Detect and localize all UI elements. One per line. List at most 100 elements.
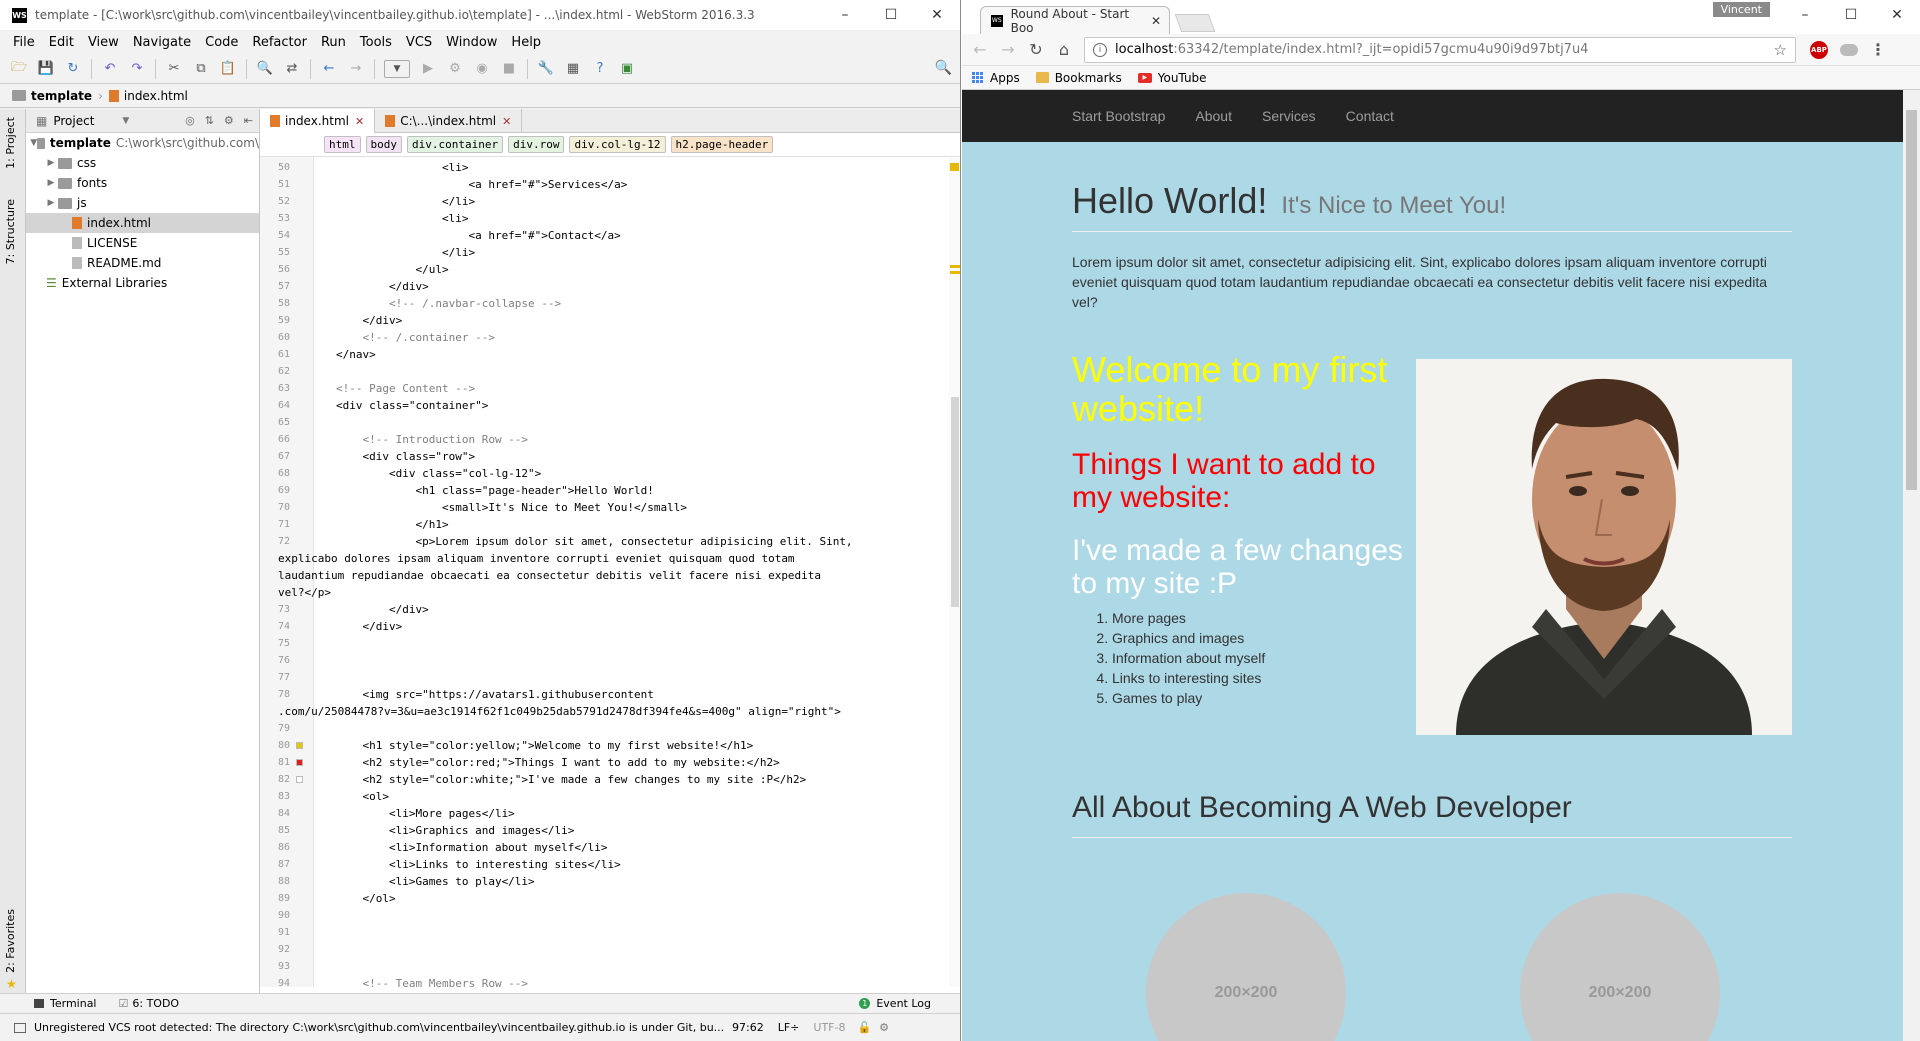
- code-line[interactable]: 84 <li>More pages</li>: [260, 805, 960, 822]
- code-line[interactable]: 73 </div>: [260, 601, 960, 618]
- editor-tab-index-html[interactable]: index.html ✕: [260, 109, 376, 133]
- bookmark-folder[interactable]: Bookmarks: [1035, 71, 1122, 85]
- address-bar[interactable]: i localhost:63342/template/index.html?_i…: [1084, 36, 1796, 63]
- scroll-thumb[interactable]: [1906, 110, 1917, 490]
- new-tab-button[interactable]: [1174, 14, 1216, 32]
- nav-link-contact[interactable]: Contact: [1346, 108, 1394, 124]
- breadcrumb-index-html[interactable]: index.html: [108, 89, 188, 103]
- lock-icon[interactable]: 🔓: [857, 1021, 871, 1034]
- bookmark-apps[interactable]: Apps: [972, 71, 1020, 85]
- code-line[interactable]: 63 <!-- Page Content -->: [260, 380, 960, 397]
- code-line[interactable]: 66 <!-- Introduction Row -->: [260, 431, 960, 448]
- structure-icon[interactable]: ▦: [564, 60, 582, 78]
- code-line[interactable]: 52 </li>: [260, 193, 960, 210]
- menu-run[interactable]: Run: [314, 35, 353, 50]
- code-line[interactable]: .com/u/25084478?v=3&u=ae3c1914f62f1c049b…: [260, 703, 960, 720]
- cloud-extension-icon[interactable]: [1840, 43, 1858, 56]
- maximize-icon[interactable]: ☐: [868, 0, 914, 30]
- cut-icon[interactable]: ✂: [165, 60, 183, 78]
- code-line[interactable]: 60 <!-- /.container -->: [260, 329, 960, 346]
- code-line[interactable]: 55 </li>: [260, 244, 960, 261]
- tree-item-css[interactable]: ▶ css: [26, 153, 259, 173]
- open-folder-icon[interactable]: 🗁: [10, 60, 28, 78]
- code-line[interactable]: 92: [260, 941, 960, 958]
- sync-icon[interactable]: ↻: [64, 60, 82, 78]
- code-line[interactable]: 81 <h2 style="color:red;">Things I want …: [260, 754, 960, 771]
- home-icon[interactable]: ⌂: [1052, 38, 1076, 62]
- tag-crumb-html[interactable]: html: [324, 136, 361, 153]
- code-line[interactable]: 75: [260, 635, 960, 652]
- menu-code[interactable]: Code: [198, 35, 245, 50]
- code-line[interactable]: 78 <img src="https://avatars1.githubuser…: [260, 686, 960, 703]
- tag-crumb-container[interactable]: div.container: [407, 136, 504, 153]
- replace-icon[interactable]: ⇄: [283, 60, 301, 78]
- code-line[interactable]: 71 </h1>: [260, 516, 960, 533]
- redo-icon[interactable]: ↷: [128, 60, 146, 78]
- code-line[interactable]: laudantium repudiandae obcaecati ea cons…: [260, 567, 960, 584]
- code-line[interactable]: 59 </div>: [260, 312, 960, 329]
- editor-tab-other-index[interactable]: C:\...\index.html ✕: [375, 109, 523, 133]
- debug-icon[interactable]: ⚙: [446, 60, 464, 78]
- line-separator[interactable]: LF÷: [778, 1021, 800, 1034]
- chevron-right-icon[interactable]: ▶: [44, 158, 58, 168]
- inspector-icon[interactable]: ⚙: [879, 1021, 889, 1034]
- code-line[interactable]: 83 <ol>: [260, 788, 960, 805]
- forward-icon[interactable]: →: [347, 60, 365, 78]
- nav-link-services[interactable]: Services: [1262, 108, 1316, 124]
- code-line[interactable]: 79: [260, 720, 960, 737]
- code-line[interactable]: 91: [260, 924, 960, 941]
- menu-window[interactable]: Window: [439, 35, 504, 50]
- coverage-icon[interactable]: ◉: [473, 60, 491, 78]
- code-line[interactable]: 88 <li>Games to play</li>: [260, 873, 960, 890]
- minimize-icon[interactable]: –: [822, 0, 868, 30]
- code-area[interactable]: 50 <li> 51 <a href="#">Services</a> 52 </l…: [260, 157, 960, 987]
- nav-link-about[interactable]: About: [1195, 108, 1232, 124]
- minimize-icon[interactable]: –: [1782, 0, 1828, 30]
- code-line[interactable]: 56 </ul>: [260, 261, 960, 278]
- chevron-right-icon[interactable]: ▶: [44, 198, 58, 208]
- close-tab-icon[interactable]: ✕: [355, 115, 364, 128]
- tag-crumb-col[interactable]: div.col-lg-12: [569, 136, 666, 153]
- bookmark-youtube[interactable]: ▶ YouTube: [1137, 71, 1207, 85]
- run-icon[interactable]: ▶: [419, 60, 437, 78]
- code-line[interactable]: 76: [260, 652, 960, 669]
- code-line[interactable]: 51 <a href="#">Services</a>: [260, 176, 960, 193]
- site-brand-link[interactable]: Start Bootstrap: [1072, 108, 1165, 124]
- terminal-tab[interactable]: Terminal: [34, 997, 97, 1010]
- menu-help[interactable]: Help: [504, 35, 548, 50]
- forward-icon[interactable]: →: [996, 38, 1020, 62]
- menu-edit[interactable]: Edit: [42, 35, 81, 50]
- tool-tab-favorites[interactable]: 2: Favorites: [4, 909, 17, 973]
- breadcrumb-template[interactable]: template: [12, 89, 92, 103]
- code-line[interactable]: 85 <li>Graphics and images</li>: [260, 822, 960, 839]
- target-icon[interactable]: ◎: [185, 114, 195, 127]
- tree-root[interactable]: ▼ template C:\work\src\github.com\: [26, 133, 259, 153]
- tree-item-readme[interactable]: README.md: [26, 253, 259, 273]
- code-line[interactable]: 65: [260, 414, 960, 431]
- chevron-down-icon[interactable]: ▼: [122, 116, 129, 126]
- code-line[interactable]: 77: [260, 669, 960, 686]
- tag-crumb-row[interactable]: div.row: [508, 136, 565, 153]
- hide-icon[interactable]: ⇤: [244, 114, 253, 127]
- tool-tab-structure[interactable]: 7: Structure: [4, 199, 17, 264]
- code-line[interactable]: 87 <li>Links to interesting sites</li>: [260, 856, 960, 873]
- maximize-icon[interactable]: ☐: [1828, 0, 1874, 30]
- close-tab-icon[interactable]: ✕: [1151, 14, 1161, 28]
- help-icon[interactable]: ?: [591, 60, 609, 78]
- vcs-icon[interactable]: ▣: [618, 60, 636, 78]
- code-line[interactable]: 94 <!-- Team Members Row -->: [260, 975, 960, 987]
- menu-navigate[interactable]: Navigate: [126, 35, 198, 50]
- tree-item-index-html[interactable]: index.html: [26, 213, 259, 233]
- copy-icon[interactable]: ⧉: [192, 60, 210, 78]
- code-line[interactable]: 70 <small>It's Nice to Meet You!</small>: [260, 499, 960, 516]
- code-line[interactable]: 57 </div>: [260, 278, 960, 295]
- reload-icon[interactable]: ↻: [1024, 38, 1048, 62]
- event-log-tab[interactable]: 1 Event Log: [859, 997, 931, 1010]
- stop-icon[interactable]: ■: [500, 60, 518, 78]
- adblock-icon[interactable]: ABP: [1810, 40, 1828, 59]
- code-line[interactable]: 82 <h2 style="color:white;">I've made a …: [260, 771, 960, 788]
- menu-view[interactable]: View: [81, 35, 126, 50]
- tree-item-fonts[interactable]: ▶ fonts: [26, 173, 259, 193]
- code-line[interactable]: 61 </nav>: [260, 346, 960, 363]
- code-line[interactable]: 64 <div class="container">: [260, 397, 960, 414]
